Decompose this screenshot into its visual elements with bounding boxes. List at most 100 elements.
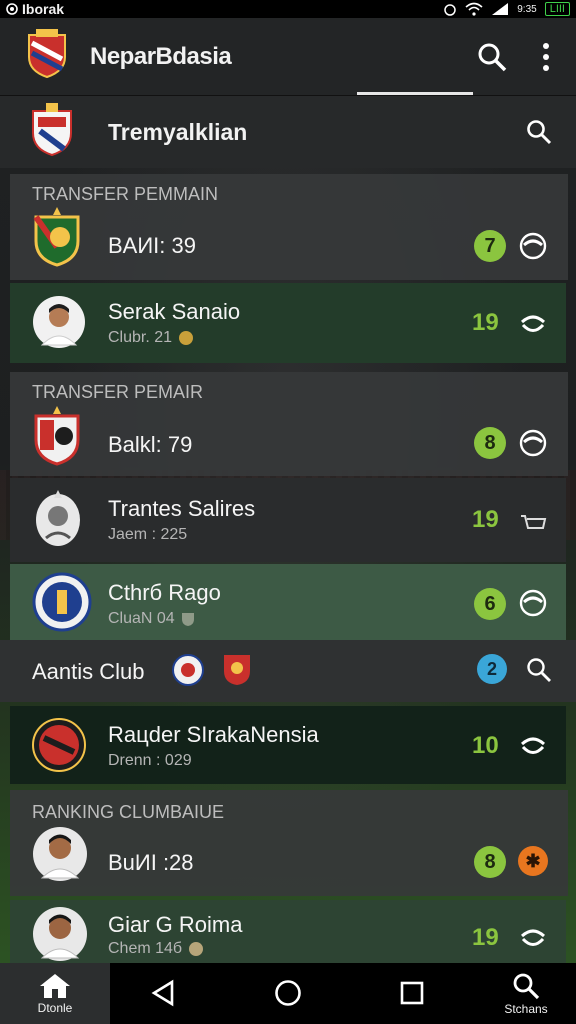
score-value: 19 (472, 924, 499, 951)
nav-home-label: Dtonle (37, 1000, 73, 1015)
bottom-navigation: Dtonle Stchans (0, 963, 576, 1024)
row-sub: Jaem : 225 (108, 526, 188, 543)
carrier-text: Iborak (22, 1, 65, 17)
list-item[interactable]: Cthrб Rago CluaN 04 6 (10, 564, 566, 640)
list-item[interactable]: BuИI :28 8 ✱ (10, 824, 566, 896)
nav-home[interactable]: Dtonle (0, 963, 110, 1024)
league-header: Tremyalklian (0, 96, 576, 168)
list-item[interactable]: Raцder SIrakaNensia Drenn : 029 10 (10, 706, 566, 784)
coin-icon (179, 331, 194, 345)
league-logo (30, 102, 74, 162)
status-left: Iborak (6, 1, 64, 17)
transfer-icon[interactable]: ✱ (518, 846, 548, 876)
list-item[interactable]: Trantes Salires Jaem : 225 19 (10, 478, 566, 562)
follow-icon[interactable] (518, 588, 548, 618)
wifi-icon (465, 2, 483, 16)
row-name: Trantes Salires (108, 496, 256, 521)
search-icon[interactable] (526, 657, 552, 683)
signal-icon (492, 3, 509, 15)
row-text: Aantis Club (32, 659, 145, 685)
list-item[interactable]: Aantis Club 2 (0, 640, 576, 702)
score-value: 19 (472, 309, 499, 336)
row-subtitle: Chem 14б (108, 940, 242, 958)
list-item[interactable]: Serak Sanaio Clubr. 21 19 (10, 283, 566, 363)
nav-search-label: Stchans (504, 1001, 548, 1016)
row-subtitle: Clubr. 21 (108, 329, 240, 347)
search-icon (513, 973, 540, 999)
count-badge: 7 (474, 230, 506, 262)
search-icon[interactable] (526, 119, 552, 145)
app-logo (26, 29, 68, 84)
row-sub: CluaN 04 (108, 610, 175, 627)
club-crest-icon (32, 716, 86, 779)
row-sub: Chem 14б (108, 940, 183, 957)
row-subtitle: Jaem : 225 (108, 526, 255, 544)
row-name: Aantis Club (32, 659, 145, 684)
row-subtitle: Drenn : 029 (108, 752, 319, 770)
player-avatar (32, 906, 88, 967)
cart-icon[interactable] (518, 506, 548, 536)
home-button-icon[interactable] (274, 979, 302, 1007)
club-crest-icon (32, 207, 82, 272)
row-text: Cthrб Rago CluaN 04 (108, 580, 221, 628)
refresh-icon[interactable] (518, 922, 548, 952)
league-title: Tremyalklian (108, 118, 248, 145)
list-item[interactable]: Giar G Roima Chem 14б 19 (10, 900, 566, 963)
app-bar: NeparBdasia (0, 18, 576, 96)
row-text: Giar G Roima Chem 14б (108, 912, 242, 958)
row-text: Serak Sanaio Clubr. 21 (108, 299, 240, 347)
player-avatar (32, 295, 86, 354)
player-avatar (32, 826, 88, 887)
row-name: Raцder SIrakaNensia (108, 722, 319, 747)
app-bar-actions (476, 41, 550, 73)
count-badge: 6 (474, 588, 506, 620)
section-label: RANKING CLUMBAIUE (32, 802, 225, 822)
row-name: Cthrб Rago (108, 580, 221, 605)
club-crest-icon (32, 406, 82, 471)
row-name: BuИI :28 (108, 850, 194, 875)
score-value: 10 (472, 732, 499, 759)
home-icon (40, 973, 70, 998)
club-crest-icon (32, 572, 92, 637)
status-time: 9:35 (517, 3, 537, 15)
row-text: BuИI :28 (108, 850, 194, 876)
refresh-icon[interactable] (518, 730, 548, 760)
status-bar: Iborak 9:35 LIII (0, 0, 576, 18)
more-options-icon[interactable] (542, 42, 550, 72)
record-icon (6, 3, 18, 15)
row-name: BAИI: 39 (108, 233, 196, 258)
club-crest-icon (224, 655, 250, 685)
score-value: 19 (472, 506, 499, 533)
search-icon[interactable] (476, 41, 508, 73)
club-crest-icon (32, 488, 84, 555)
section-label: TRANSFER PEMAIR (32, 382, 204, 402)
nav-search[interactable]: Stchans (476, 963, 576, 1024)
row-text: Raцder SIrakaNensia Drenn : 029 (108, 722, 319, 770)
row-sub: Drenn : 029 (108, 752, 192, 769)
section-label: TRANSFER PEMMAIN (32, 184, 219, 204)
shield-icon (181, 613, 194, 626)
refresh-icon[interactable] (518, 308, 548, 338)
follow-icon[interactable] (518, 428, 548, 458)
follow-icon[interactable] (518, 231, 548, 261)
row-name: Giar G Roima (108, 912, 243, 937)
list-item[interactable]: BAИI: 39 7 (10, 205, 566, 280)
alarm-icon (444, 4, 456, 16)
back-icon[interactable] (150, 979, 176, 1007)
recents-icon[interactable] (399, 979, 425, 1007)
row-subtitle: CluaN 04 (108, 610, 221, 628)
club-crest-icon (172, 654, 204, 686)
row-name: Serak Sanaio (108, 299, 241, 324)
row-text: Trantes Salires Jaem : 225 (108, 496, 255, 544)
count-badge: 8 (474, 427, 506, 459)
list-item[interactable]: Balkl: 79 8 (10, 402, 566, 476)
row-text: Balkl: 79 (108, 432, 192, 458)
count-badge: 2 (477, 654, 507, 684)
row-sub: Clubr. 21 (108, 329, 173, 346)
active-tab-indicator (357, 92, 473, 95)
app-title: NeparBdasia (90, 42, 232, 70)
coin-icon (189, 942, 204, 956)
row-text: BAИI: 39 (108, 233, 196, 259)
status-right: 9:35 LIII (443, 2, 570, 16)
row-name: Balkl: 79 (108, 432, 193, 457)
